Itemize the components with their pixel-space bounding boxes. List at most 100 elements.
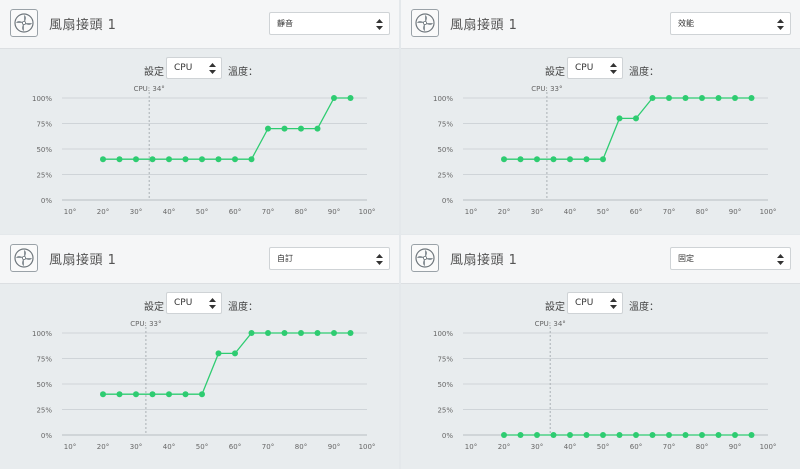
x-tick-label: 100° bbox=[760, 443, 777, 451]
curve-point bbox=[682, 95, 689, 101]
curve-point bbox=[715, 95, 722, 101]
panel-header: 風扇接頭 1 自訂 bbox=[0, 235, 399, 284]
fan-curve-line bbox=[504, 97, 752, 160]
setting-label: 設定 bbox=[545, 67, 565, 78]
mode-select[interactable]: 靜音 bbox=[269, 12, 390, 35]
setting-row: 設定 CPU 溫度： bbox=[0, 291, 399, 317]
x-tick-label: 60° bbox=[630, 208, 642, 216]
x-tick-label: 80° bbox=[696, 208, 708, 216]
x-tick-label: 60° bbox=[229, 443, 241, 451]
source-select-value: CPU bbox=[575, 63, 594, 73]
curve-point bbox=[534, 432, 540, 438]
curve-point bbox=[748, 432, 755, 438]
setting-row: 設定 CPU 溫度： bbox=[401, 291, 800, 317]
panel-header: 風扇接頭 1 固定 bbox=[401, 235, 800, 284]
mode-select[interactable]: 自訂 bbox=[269, 247, 390, 270]
mode-select[interactable]: 固定 bbox=[670, 247, 791, 270]
y-tick-label: 50% bbox=[437, 146, 453, 154]
curve-point bbox=[314, 125, 321, 132]
source-select-value: CPU bbox=[174, 63, 193, 73]
curve-point bbox=[649, 432, 656, 438]
y-tick-label: 50% bbox=[437, 381, 453, 389]
fan-icon bbox=[411, 244, 439, 272]
curve-point bbox=[567, 156, 573, 163]
fan-curve-chart[interactable]: 0% 25% 50% 75% 100% 10° 20° 30° 40° 50° 60° 70° 80° 9… bbox=[0, 317, 399, 469]
panel-title: 風扇接頭 1 bbox=[450, 253, 518, 268]
curve-point bbox=[732, 432, 738, 438]
curve-point bbox=[331, 95, 337, 101]
fan-curve-line bbox=[103, 332, 351, 395]
current-temp-label: CPU: 33° bbox=[531, 85, 562, 93]
x-tick-label: 20° bbox=[498, 208, 510, 216]
setting-label: 設定 bbox=[144, 302, 164, 313]
y-tick-label: 100% bbox=[433, 330, 453, 338]
curve-point bbox=[633, 115, 639, 122]
fan-curve-chart[interactable]: 0% 25% 50% 75% 100% 10° 20° 30° 40° 50° 60° 70° 80° 9… bbox=[401, 82, 800, 234]
x-tick-label: 80° bbox=[696, 443, 708, 451]
curve-point bbox=[550, 156, 557, 163]
curve-point bbox=[616, 432, 623, 438]
source-select[interactable]: CPU bbox=[166, 57, 222, 79]
curve-point bbox=[699, 95, 705, 101]
curve-point bbox=[215, 350, 222, 357]
y-tick-label: 25% bbox=[36, 172, 52, 180]
mode-select-value: 自訂 bbox=[277, 254, 293, 263]
curve-point bbox=[715, 432, 722, 438]
source-select[interactable]: CPU bbox=[567, 57, 623, 79]
updown-arrow-icon bbox=[376, 254, 383, 265]
mode-select[interactable]: 效能 bbox=[670, 12, 791, 35]
current-temp-label: CPU: 33° bbox=[130, 320, 161, 328]
updown-arrow-icon bbox=[209, 298, 216, 309]
x-tick-label: 10° bbox=[465, 443, 477, 451]
fan-curve-chart[interactable]: 0% 25% 50% 75% 100% 10° 20° 30° 40° 50° 60° 70° 80° 9… bbox=[0, 82, 399, 234]
source-select-value: CPU bbox=[575, 298, 594, 308]
x-tick-label: 100° bbox=[760, 208, 777, 216]
source-select[interactable]: CPU bbox=[567, 292, 623, 314]
panel-header: 風扇接頭 1 效能 bbox=[401, 0, 800, 49]
curve-point bbox=[149, 391, 156, 398]
fan-icon bbox=[411, 9, 439, 37]
x-tick-label: 80° bbox=[295, 443, 307, 451]
setting-row: 設定 CPU 溫度： bbox=[0, 56, 399, 82]
setting-row: 設定 CPU 溫度： bbox=[401, 56, 800, 82]
fan-curve-line bbox=[103, 97, 351, 160]
curve-point bbox=[265, 330, 271, 336]
setting-label: 設定 bbox=[144, 67, 164, 78]
curve-point bbox=[666, 432, 672, 438]
x-tick-label: 90° bbox=[729, 208, 741, 216]
curve-point bbox=[682, 432, 689, 438]
y-tick-label: 50% bbox=[36, 146, 52, 154]
curve-point bbox=[116, 156, 123, 163]
curve-point bbox=[166, 156, 172, 163]
curve-point bbox=[248, 330, 255, 336]
curve-point bbox=[666, 95, 672, 101]
x-tick-label: 70° bbox=[663, 208, 675, 216]
curve-point bbox=[281, 330, 288, 336]
curve-point bbox=[199, 391, 205, 398]
x-tick-label: 60° bbox=[229, 208, 241, 216]
curve-point bbox=[550, 432, 557, 438]
source-select[interactable]: CPU bbox=[166, 292, 222, 314]
x-tick-label: 40° bbox=[163, 208, 175, 216]
curve-point bbox=[100, 391, 106, 398]
y-tick-label: 100% bbox=[32, 95, 52, 103]
y-tick-label: 100% bbox=[433, 95, 453, 103]
curve-point bbox=[517, 156, 524, 163]
x-tick-label: 50° bbox=[597, 208, 609, 216]
curve-point bbox=[166, 391, 172, 398]
x-tick-label: 30° bbox=[531, 208, 543, 216]
temperature-label: 溫度： bbox=[228, 302, 258, 313]
curve-point bbox=[567, 432, 573, 438]
x-tick-label: 20° bbox=[97, 208, 109, 216]
fan-icon bbox=[10, 244, 38, 272]
curve-point bbox=[298, 125, 304, 132]
curve-point bbox=[517, 432, 524, 438]
fan-curve-chart[interactable]: 0% 25% 50% 75% 100% 10° 20° 30° 40° 50° 60° 70° 80° 9… bbox=[401, 317, 800, 469]
curve-point bbox=[633, 432, 639, 438]
temperature-label: 溫度： bbox=[228, 67, 258, 78]
x-tick-label: 20° bbox=[498, 443, 510, 451]
curve-point bbox=[732, 95, 738, 101]
y-tick-label: 0% bbox=[442, 197, 453, 205]
updown-arrow-icon bbox=[209, 63, 216, 74]
x-tick-label: 10° bbox=[64, 443, 76, 451]
